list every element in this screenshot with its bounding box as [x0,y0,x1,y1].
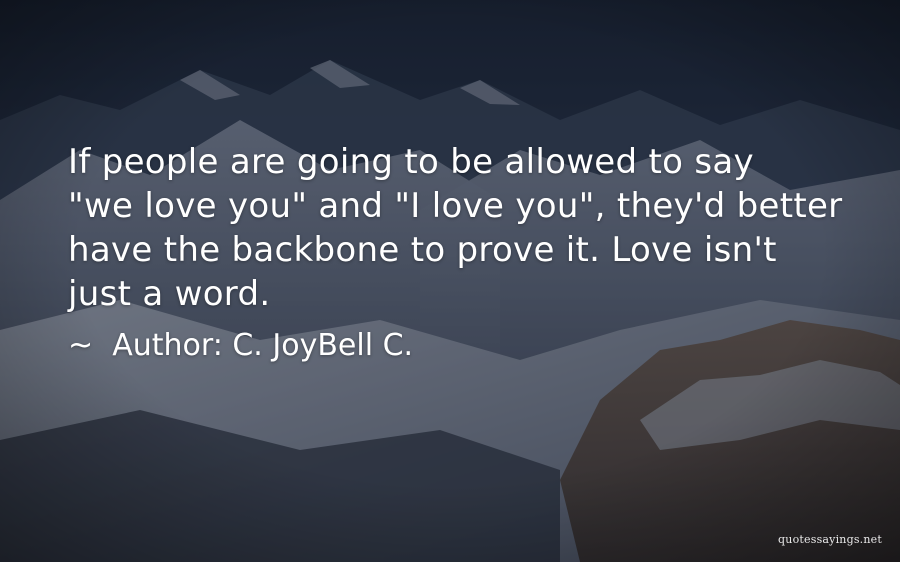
author-name: C. JoyBell C. [232,328,414,363]
quote-line-4: just a word. [68,274,271,314]
author-label: Author: [112,328,223,363]
quote-line-1: If people are going to be allowed to say [68,142,754,182]
quote-line-2: "we love you" and "I love you", they'd b… [68,186,843,226]
quote-line-3: have the backbone to prove it. Love isn'… [68,230,777,270]
tilde-glyph: ~ [68,328,94,363]
watermark: quotessayings.net [778,533,882,546]
quote-block: If people are going to be allowed to say… [68,140,868,366]
author-line: ~ Author: C. JoyBell C. [68,326,868,366]
